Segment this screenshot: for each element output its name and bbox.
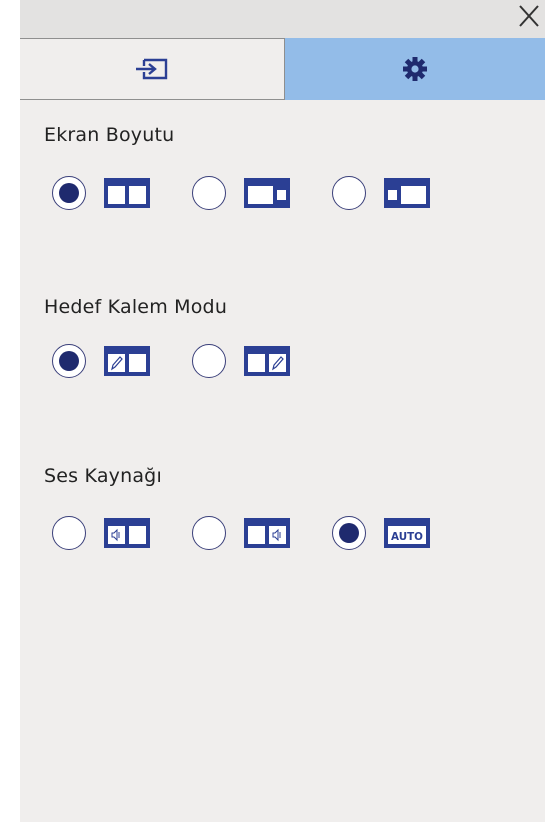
- tab-input-source[interactable]: [20, 38, 285, 100]
- audio-source-radio-auto[interactable]: [332, 516, 366, 550]
- title-bar: [20, 0, 545, 38]
- audio-source-option-auto[interactable]: AUTO: [332, 513, 430, 553]
- audio-source-radio-left[interactable]: [52, 516, 86, 550]
- close-x-icon: [519, 5, 539, 27]
- screen-size-option-equal[interactable]: [52, 173, 150, 213]
- audio-source-radio-right[interactable]: [192, 516, 226, 550]
- screen-size-option-right-large[interactable]: [332, 173, 430, 213]
- audio-left-icon: [104, 518, 150, 548]
- audio-source-option-right[interactable]: [192, 513, 290, 553]
- audio-auto-label: AUTO: [391, 530, 423, 543]
- audio-auto-icon: AUTO: [384, 518, 430, 548]
- left-background-strip: [0, 0, 20, 822]
- input-source-icon: [136, 58, 168, 80]
- pen-right-icon: [244, 346, 290, 376]
- screen-size-option-left-large[interactable]: [192, 173, 290, 213]
- close-button[interactable]: [515, 1, 543, 31]
- pen-mode-option-right[interactable]: [192, 341, 290, 381]
- settings-panel: Ekran Boyutu Hedef Kalem Modu Ses Kaynağ…: [20, 0, 545, 822]
- section-title-screen-size: Ekran Boyutu: [44, 124, 175, 146]
- gear-icon: [403, 57, 427, 81]
- split-equal-icon: [104, 178, 150, 208]
- tab-settings[interactable]: [285, 38, 545, 100]
- tab-bar: [20, 38, 545, 100]
- audio-source-option-left[interactable]: [52, 513, 150, 553]
- screen-size-radio-right-large[interactable]: [332, 176, 366, 210]
- section-title-pen-mode: Hedef Kalem Modu: [44, 296, 228, 318]
- split-right-large-icon: [384, 178, 430, 208]
- pen-left-icon: [104, 346, 150, 376]
- pen-mode-radio-left[interactable]: [52, 344, 86, 378]
- section-title-audio-source: Ses Kaynağı: [44, 465, 162, 487]
- pen-mode-radio-right[interactable]: [192, 344, 226, 378]
- audio-right-icon: [244, 518, 290, 548]
- screen-size-radio-left-large[interactable]: [192, 176, 226, 210]
- pen-mode-option-left[interactable]: [52, 341, 150, 381]
- split-left-large-icon: [244, 178, 290, 208]
- screen-size-radio-equal[interactable]: [52, 176, 86, 210]
